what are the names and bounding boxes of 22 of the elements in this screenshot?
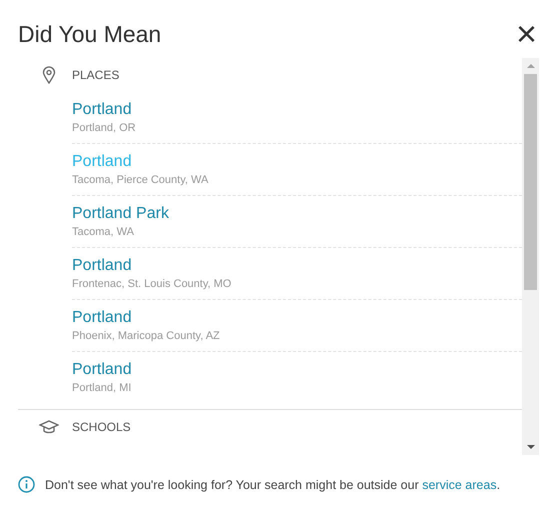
place-link[interactable]: Portland <box>72 151 132 173</box>
service-areas-link[interactable]: service areas <box>422 478 497 492</box>
scrollbar[interactable] <box>522 58 539 455</box>
place-link[interactable]: Portland <box>72 99 132 121</box>
section-heading: SCHOOLS <box>72 420 131 434</box>
dialog-title: Did You Mean <box>18 20 162 48</box>
place-link[interactable]: Portland Park <box>72 203 169 225</box>
close-button[interactable]: × <box>514 16 539 52</box>
place-link[interactable]: Portland <box>72 307 132 329</box>
place-detail: Portland, MI <box>72 381 132 395</box>
scrollbar-thumb[interactable] <box>524 74 537 290</box>
place-detail: Portland, OR <box>72 121 137 135</box>
place-link[interactable]: Portland <box>72 359 132 381</box>
graduation-cap-icon <box>39 420 59 434</box>
place-detail: Tacoma, Pierce County, WA <box>72 173 210 187</box>
place-detail: Phoenix, Maricopa County, AZ <box>72 329 221 343</box>
section-heading: PLACES <box>72 68 120 82</box>
footer-message: Don't see what you're looking for? Your search might be outside our service areas. <box>45 478 500 492</box>
info-icon <box>18 476 35 493</box>
place-link[interactable]: Portland <box>72 255 132 277</box>
place-detail: Tacoma, WA <box>72 225 135 239</box>
place-detail: Frontenac, St. Louis County, MO <box>72 277 232 291</box>
